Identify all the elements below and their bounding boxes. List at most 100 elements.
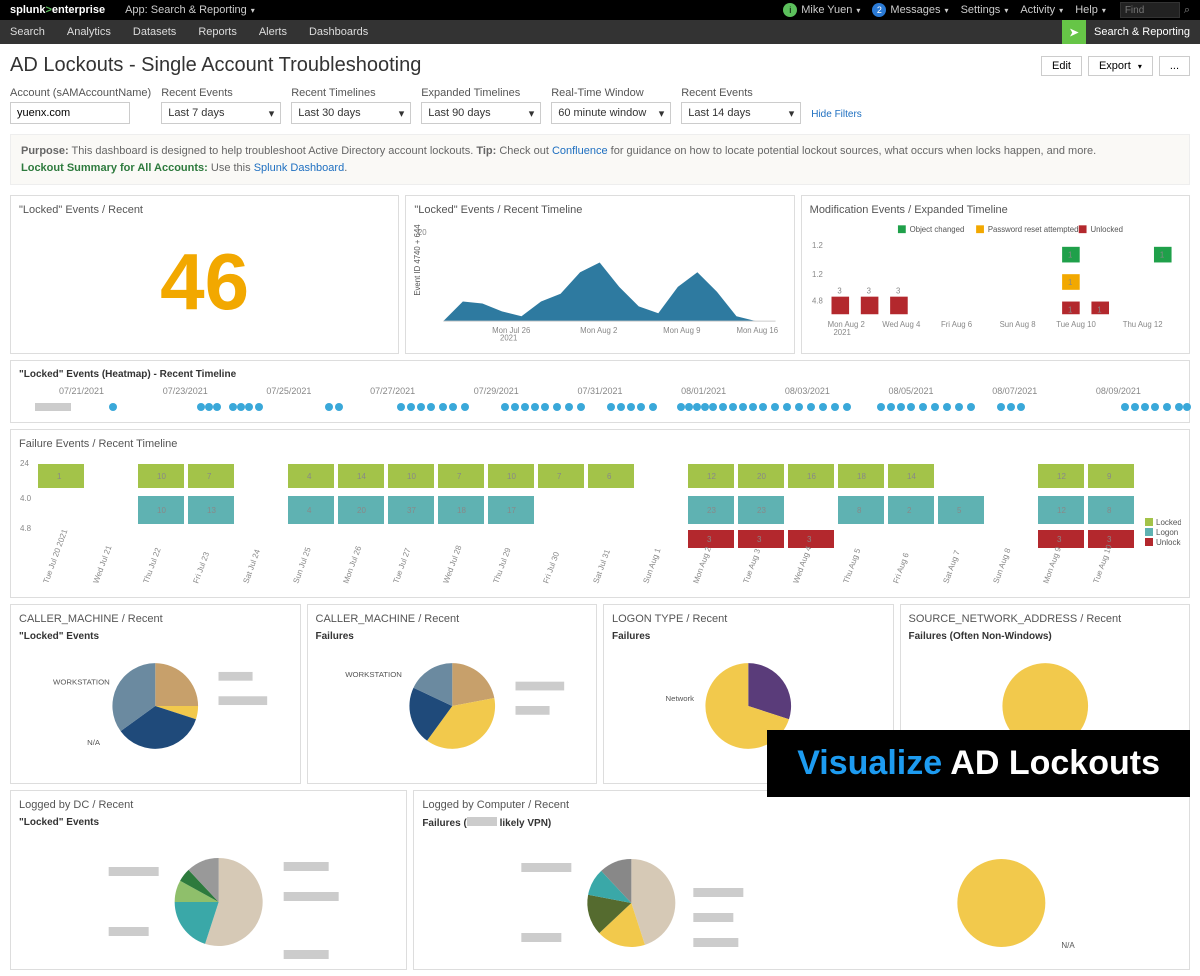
svg-text:24: 24 [20, 459, 29, 468]
svg-text:Sun Aug 1: Sun Aug 1 [641, 546, 662, 584]
notice-summary-a: Use this [208, 162, 254, 174]
svg-text:Thu Aug 5: Thu Aug 5 [841, 547, 862, 585]
row-1-panels: "Locked" Events / Recent 46 "Locked" Eve… [10, 195, 1190, 354]
filter-recent-events-select[interactable]: Last 7 days▾ [161, 102, 281, 124]
svg-text:Sat Jul 31: Sat Jul 31 [591, 548, 612, 585]
date-label: 07/29/2021 [474, 386, 519, 396]
search-icon[interactable]: ⌕ [1184, 4, 1190, 17]
help-menu[interactable]: Help▾ [1075, 4, 1106, 16]
chevron-down-icon: ▾ [269, 107, 275, 120]
logo: splunk>enterprise [10, 4, 105, 16]
nav-search[interactable]: Search [10, 26, 45, 38]
export-label: Export [1099, 60, 1131, 72]
settings-menu[interactable]: Settings▾ [961, 4, 1009, 16]
confluence-link[interactable]: Confluence [552, 145, 608, 157]
panel-caller-machine-locked: CALLER_MACHINE / Recent "Locked" Events … [10, 604, 301, 784]
filter-recent-timelines-select[interactable]: Last 30 days▾ [291, 102, 411, 124]
svg-text:Mon Aug 2: Mon Aug 2 [691, 545, 713, 585]
svg-text:3: 3 [807, 535, 812, 544]
svg-text:1: 1 [1068, 251, 1072, 260]
filter-recent-events: Recent Events Last 7 days▾ [161, 87, 281, 124]
svg-text:7: 7 [557, 472, 562, 481]
pie-chart: WORKSTATION N/A [19, 646, 292, 766]
more-button[interactable]: ... [1159, 56, 1190, 76]
svg-text:14: 14 [907, 472, 916, 481]
filter-expanded-timelines-select[interactable]: Last 90 days▾ [421, 102, 541, 124]
select-value: Last 14 days [688, 107, 750, 119]
svg-text:3: 3 [707, 535, 712, 544]
svg-text:20: 20 [757, 472, 766, 481]
svg-text:3: 3 [837, 287, 841, 296]
svg-text:Locked: Locked [1156, 518, 1181, 527]
activity-menu[interactable]: Activity▾ [1020, 4, 1063, 16]
svg-text:10: 10 [157, 472, 166, 481]
svg-text:7: 7 [207, 472, 212, 481]
edit-button[interactable]: Edit [1041, 56, 1082, 76]
svg-text:1: 1 [1097, 305, 1101, 314]
svg-text:3: 3 [1057, 535, 1062, 544]
svg-text:12: 12 [1057, 506, 1066, 515]
panel-title: Logged by DC / Recent [19, 799, 398, 811]
locked-events-count: 46 [19, 222, 390, 342]
svg-text:Tue Jul 20 2021: Tue Jul 20 2021 [41, 527, 69, 584]
svg-text:1.2: 1.2 [812, 270, 823, 279]
notice-summary-label: Lockout Summary for All Accounts: [21, 162, 208, 174]
nav-alerts[interactable]: Alerts [259, 26, 287, 38]
user-menu[interactable]: iMike Yuen▾ [783, 3, 860, 17]
date-label: 07/27/2021 [370, 386, 415, 396]
svg-text:Sun Jul 25: Sun Jul 25 [291, 546, 313, 585]
search-reporting-icon: ➤ [1062, 20, 1086, 44]
splunk-dashboard-link[interactable]: Splunk Dashboard [254, 162, 345, 174]
filter-realtime-window-select[interactable]: 60 minute window▾ [551, 102, 671, 124]
nav-datasets[interactable]: Datasets [133, 26, 176, 38]
nav-reports[interactable]: Reports [198, 26, 237, 38]
area-chart: 20 Event ID 4740 + 644 Mon Jul 262021 Mo… [414, 222, 785, 342]
svg-text:Sat Jul 24: Sat Jul 24 [241, 548, 262, 585]
svg-text:Wed Aug 4: Wed Aug 4 [791, 544, 813, 584]
panel-subtitle: "Locked" Events [19, 631, 292, 642]
page-header: AD Lockouts - Single Account Troubleshoo… [0, 44, 1200, 87]
nav-analytics[interactable]: Analytics [67, 26, 111, 38]
overlay-ad-lockouts: AD Lockouts [942, 744, 1160, 782]
notice-tip-a: Check out [496, 145, 552, 157]
search-reporting-label: Search & Reporting [1094, 26, 1190, 38]
heatmap-dots [29, 400, 1171, 414]
filter-account-input[interactable] [10, 102, 130, 124]
messages-label: Messages [890, 4, 940, 16]
messages-menu[interactable]: 2Messages▾ [872, 3, 948, 17]
notice-summary-b: . [344, 162, 347, 174]
svg-text:1: 1 [57, 472, 62, 481]
svg-text:4.0: 4.0 [20, 494, 32, 503]
svg-text:WORKSTATION: WORKSTATION [53, 678, 110, 687]
panel-subtitle: Failures [612, 631, 885, 642]
panel-title: SOURCE_NETWORK_ADDRESS / Recent [909, 613, 1182, 625]
filter-recent-events-2-select[interactable]: Last 14 days▾ [681, 102, 801, 124]
panel-title: CALLER_MACHINE / Recent [19, 613, 292, 625]
svg-text:4: 4 [307, 472, 312, 481]
app-picker[interactable]: App: Search & Reporting▾ [125, 4, 255, 16]
svg-text:2021: 2021 [500, 334, 517, 342]
panel-caller-machine-failures: CALLER_MACHINE / Recent Failures WORKSTA… [307, 604, 598, 784]
svg-text:20: 20 [357, 506, 366, 515]
svg-text:Mon Aug 9: Mon Aug 9 [1041, 545, 1063, 585]
search-reporting-button[interactable]: ➤ Search & Reporting [1062, 20, 1190, 44]
panel-subtitle: Failures ( likely VPN) [422, 817, 1181, 829]
svg-text:Fri Aug 6: Fri Aug 6 [941, 320, 972, 329]
find-input[interactable] [1120, 2, 1180, 18]
sub-a: Failures ( [422, 818, 466, 829]
svg-text:Thu Jul 29: Thu Jul 29 [491, 546, 512, 585]
panel-modification-events: Modification Events / Expanded Timeline … [801, 195, 1190, 354]
notice-tip-label: Tip: [476, 145, 496, 157]
svg-text:Network: Network [666, 694, 695, 703]
nav-dashboards[interactable]: Dashboards [309, 26, 368, 38]
hide-filters-link[interactable]: Hide Filters [811, 109, 862, 120]
notice-tip-b: for guidance on how to locate potential … [608, 145, 1097, 157]
svg-text:5: 5 [957, 506, 962, 515]
chevron-down-icon: ▾ [856, 6, 860, 15]
panel-title: LOGON TYPE / Recent [612, 613, 885, 625]
svg-text:8: 8 [857, 506, 862, 515]
svg-text:Tue Aug 10: Tue Aug 10 [1091, 543, 1114, 585]
notice-box: Purpose: This dashboard is designed to h… [10, 134, 1190, 185]
export-button[interactable]: Export ▾ [1088, 56, 1153, 76]
svg-text:23: 23 [757, 506, 766, 515]
